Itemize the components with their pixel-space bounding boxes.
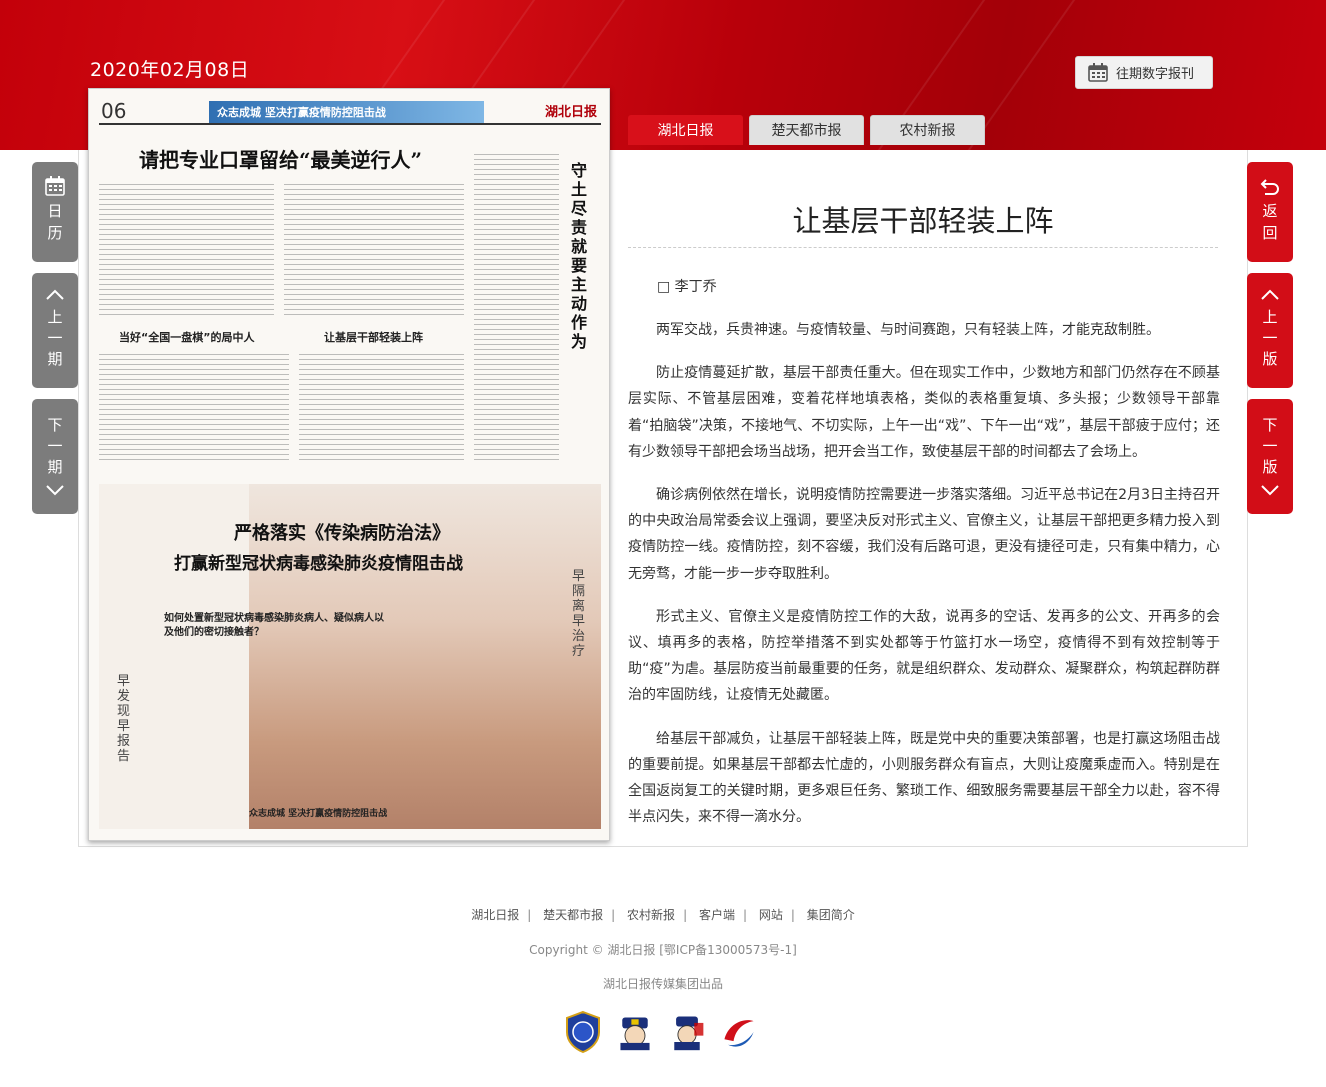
article-paragraph: 形式主义、官僚主义是疫情防控工作的大敌，说再多的空话、发再多的公文、开再多的会议…	[628, 608, 1220, 704]
footer-link-website[interactable]: 网站	[759, 908, 783, 922]
sub-headline-2[interactable]: 让基层干部轻装上阵	[324, 329, 423, 345]
next-page-button[interactable]: 下一版	[1247, 399, 1293, 514]
poster-title-2: 打赢新型冠状病毒感染肺炎疫情阻击战	[174, 554, 463, 574]
page-banner: 众志成城 坚决打赢疫情防控阻击战	[209, 101, 484, 123]
next-issue-button[interactable]: 下一期	[32, 399, 78, 514]
chevron-down-icon	[1261, 485, 1279, 496]
police-record-shield-icon[interactable]	[563, 1010, 603, 1054]
article-paragraph: 给基层干部减负，让基层干部轻装上阵，既是党中央的重要决策部署，也是打赢这场阻击战…	[628, 730, 1220, 826]
tab-hubei-daily[interactable]: 湖北日报	[628, 115, 743, 145]
next-issue-label: 下一期	[47, 416, 63, 476]
text-block[interactable]	[284, 184, 464, 319]
tab-rural-news[interactable]: 农村新报	[870, 115, 985, 145]
footer-link-group-intro[interactable]: 集团简介	[807, 908, 855, 922]
footer-links: 湖北日报 | 楚天都市报 | 农村新报 | 客户端 | 网站 | 集团简介	[471, 908, 855, 922]
newspaper-header: 06 众志成城 坚决打赢疫情防控阻击战 湖北日报	[99, 99, 601, 125]
sub-headline-1[interactable]: 当好“全国一盘棋”的局中人	[119, 329, 254, 345]
prev-issue-label: 上一期	[47, 308, 63, 368]
article-paragraph: 防止疫情蔓延扩散，基层干部责任重大。但在现实工作中，少数地方和部门仍然存在不顾基…	[628, 365, 1220, 460]
footer-copyright: Copyright © 湖北日报 [鄂ICP备13000573号-1]	[529, 943, 797, 957]
footer-badges	[563, 1010, 759, 1054]
poster-footer: 众志成城 坚决打赢疫情防控阻击战	[249, 809, 388, 819]
return-arrow-icon	[1260, 179, 1279, 195]
archive-button[interactable]: 往期数字报刊	[1075, 56, 1213, 89]
back-label: 返回	[1262, 202, 1278, 242]
page-number: 06	[101, 99, 127, 123]
footer-link-chutian[interactable]: 楚天都市报	[543, 908, 603, 922]
title-divider	[628, 247, 1218, 248]
tab-chutian-metropolis[interactable]: 楚天都市报	[749, 115, 864, 145]
prev-page-button[interactable]: 上一版	[1247, 273, 1293, 388]
article-paragraph: 确诊病例依然在增长，说明疫情防控需要进一步落实落细。习近平总书记在2月3日主持召…	[628, 487, 1220, 582]
back-button[interactable]: 返回	[1247, 162, 1293, 262]
prev-page-label: 上一版	[1262, 308, 1278, 368]
text-block[interactable]	[99, 354, 289, 464]
newspaper-masthead: 湖北日报	[544, 105, 597, 120]
cyber-police-icon[interactable]	[615, 1010, 655, 1054]
article-author: □ 李丁乔	[657, 279, 717, 295]
poster-vertical-right: 早隔离早治疗	[572, 569, 586, 659]
text-block[interactable]	[299, 354, 464, 464]
chevron-up-icon	[46, 289, 64, 300]
swirl-logo-icon[interactable]	[719, 1010, 759, 1054]
poster-vertical-left: 早发现早报告	[117, 674, 131, 764]
paper-tabs: 湖北日报 楚天都市报 农村新报	[628, 115, 985, 145]
page-banner-text: 众志成城 坚决打赢疫情防控阻击战	[217, 106, 386, 119]
poster-ad[interactable]: 严格落实《传染病防治法》 打赢新型冠状病毒感染肺炎疫情阻击战 如何处置新型冠状病…	[99, 484, 601, 829]
calendar-icon	[45, 176, 65, 196]
headline-main[interactable]: 请把专业口罩留给“最美逆行人”	[139, 144, 422, 173]
calendar-label: 日历	[47, 202, 63, 242]
calendar-button[interactable]: 日历	[32, 162, 78, 262]
newspaper-page-image[interactable]: 06 众志成城 坚决打赢疫情防控阻击战 湖北日报 请把专业口罩留给“最美逆行人”…	[88, 88, 610, 841]
archive-button-label: 往期数字报刊	[1116, 67, 1195, 82]
police-officer-icon[interactable]	[667, 1010, 707, 1054]
poster-title-1: 严格落实《传染病防治法》	[234, 523, 450, 544]
chevron-down-icon	[46, 485, 64, 496]
text-block[interactable]	[99, 184, 274, 319]
footer-publisher: 湖北日报传媒集团出品	[602, 977, 723, 991]
headline-side[interactable]: 守土尽责就要主动作为	[571, 161, 591, 351]
footer-link-hubei-daily[interactable]: 湖北日报	[471, 908, 519, 922]
chevron-up-icon	[1261, 289, 1279, 300]
next-page-label: 下一版	[1262, 416, 1278, 476]
article-title: 让基层干部轻装上阵	[792, 204, 1054, 238]
footer-link-rural-news[interactable]: 农村新报	[627, 908, 675, 922]
poster-question: 如何处置新型冠状病毒感染肺炎病人、疑似病人以及他们的密切接触者？	[164, 613, 384, 638]
text-block[interactable]	[474, 154, 559, 464]
prev-issue-button[interactable]: 上一期	[32, 273, 78, 388]
footer-link-client[interactable]: 客户端	[699, 908, 735, 922]
article-paragraph: 两军交战，兵贵神速。与疫情较量、与时间赛跑，只有轻装上阵，才能克敌制胜。	[656, 322, 1160, 338]
calendar-icon	[1088, 63, 1108, 82]
article-body: 两军交战，兵贵神速。与疫情较量、与时间赛跑，只有轻装上阵，才能克敌制胜。 防止疫…	[628, 317, 1220, 847]
issue-date: 2020年02月08日	[90, 59, 250, 81]
